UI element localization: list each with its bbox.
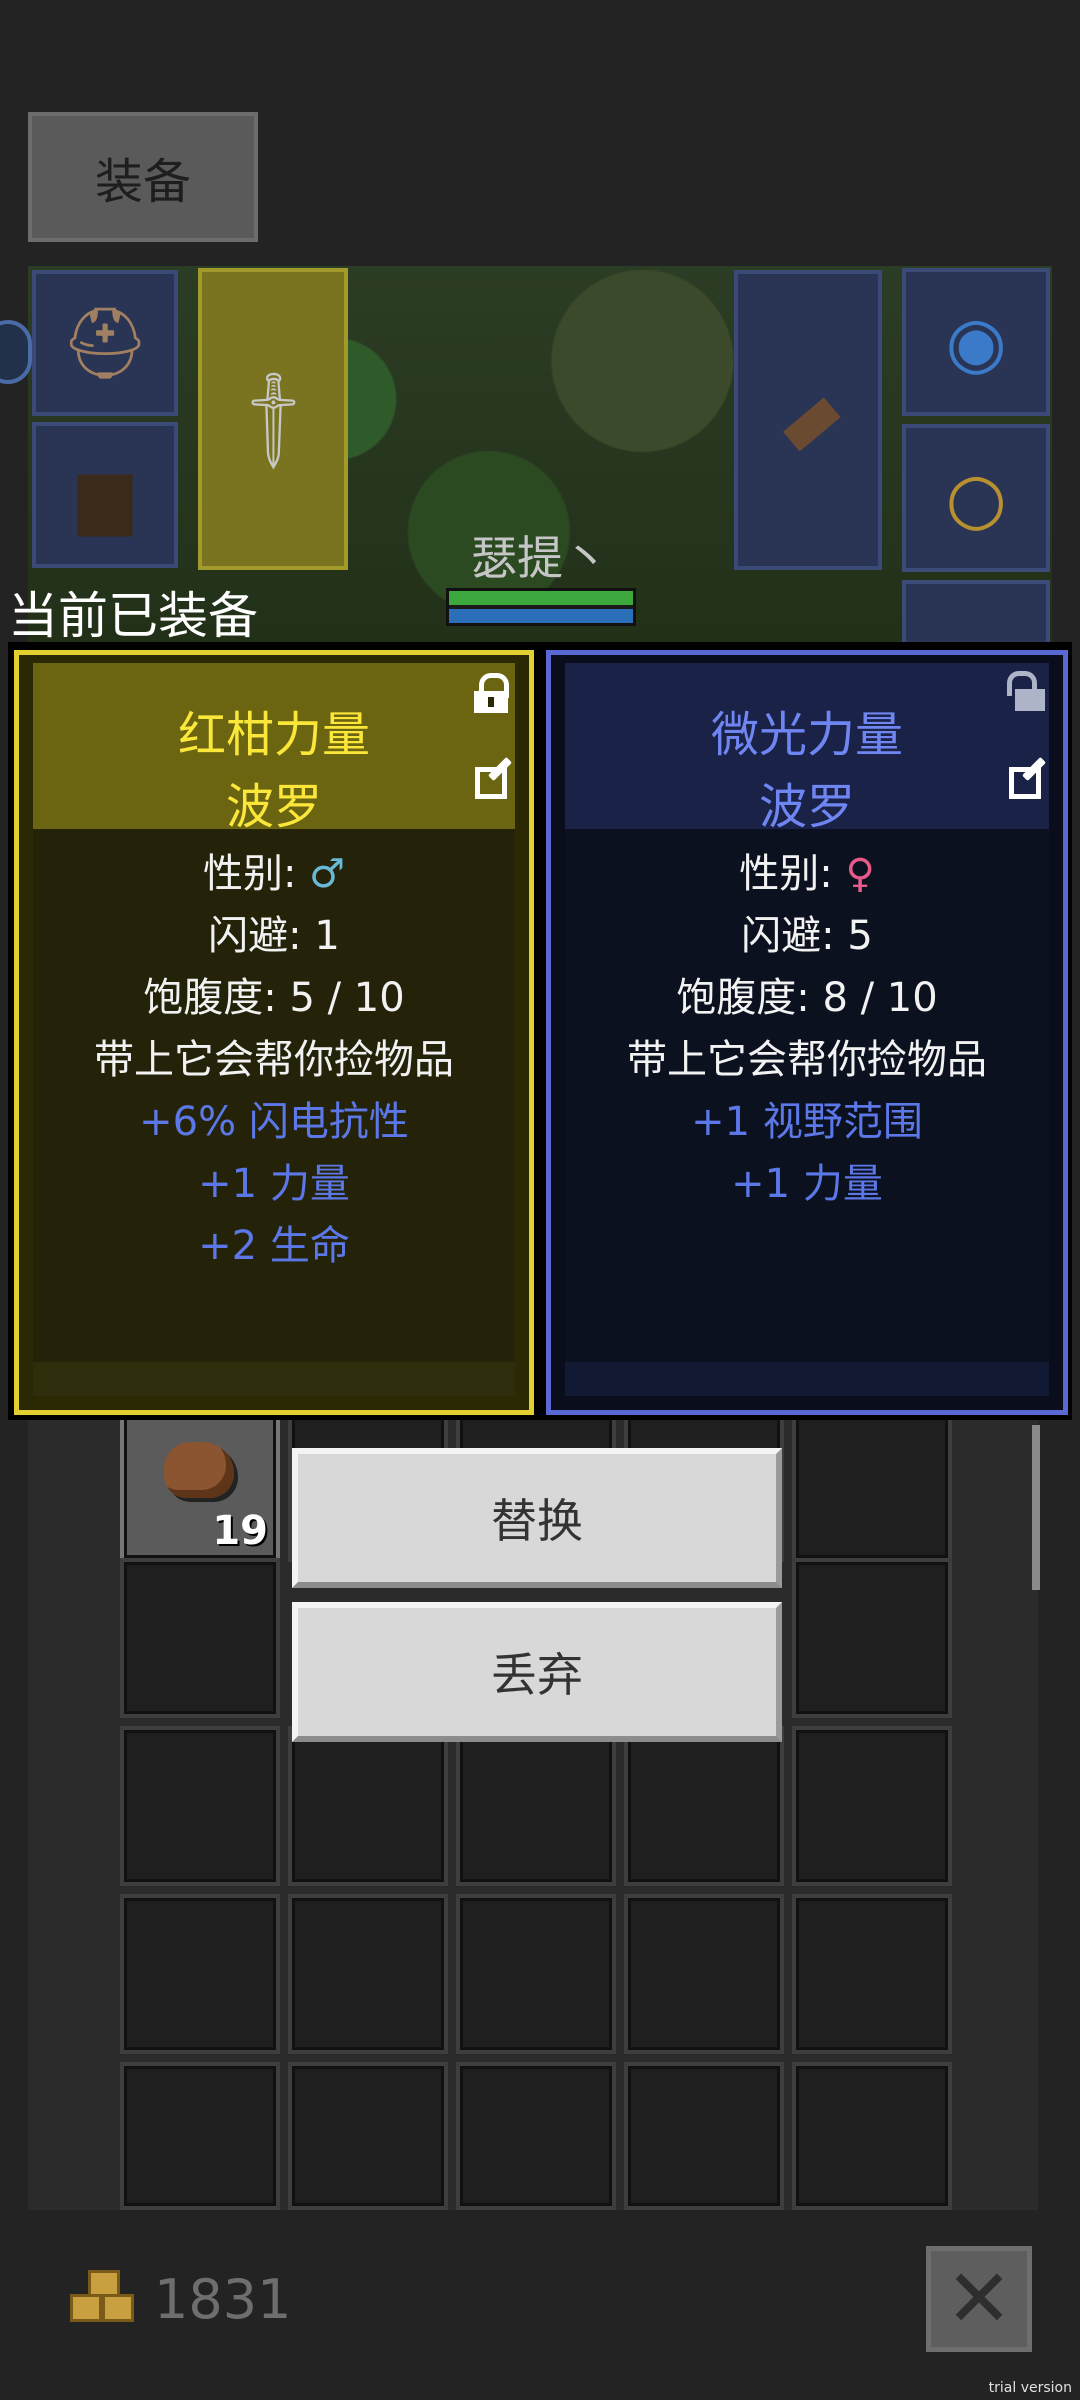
card-footer <box>565 1362 1049 1396</box>
helmet-slot[interactable]: ⛑ <box>32 270 178 416</box>
club-icon: ▬ <box>756 367 860 473</box>
card-header: 微光力量 波罗 <box>565 663 1049 835</box>
stat-line: 闪避: 5 <box>741 913 873 959</box>
card-body: 性别: ♂ 闪避: 1 饱腹度: 5 / 10 带上它会帮你捡物品 +6% 闪电… <box>33 829 515 1396</box>
inventory-slot[interactable] <box>288 1726 448 1886</box>
male-icon: ♂ <box>309 851 346 897</box>
close-icon: ✕ <box>945 2252 1013 2345</box>
stat-line: 闪避: 1 <box>208 913 340 959</box>
bonus-line: +6% 闪电抗性 <box>139 1099 409 1145</box>
replace-button[interactable]: 替换 <box>292 1448 782 1588</box>
rename-icon[interactable] <box>471 756 513 801</box>
item-count: 19 <box>212 1508 268 1554</box>
inventory-slot[interactable] <box>456 2062 616 2210</box>
gender-line: 性别: ♂ <box>33 841 515 899</box>
hp-fill <box>449 591 633 605</box>
hero-name: 瑟提丶 <box>471 531 609 585</box>
inventory-slot[interactable] <box>792 1558 952 1718</box>
inventory-slot[interactable] <box>288 1894 448 2054</box>
sword-icon: 🗡 <box>212 358 334 480</box>
card-title: 微光力量 <box>710 707 903 763</box>
stat-line: 饱腹度: 5 / 10 <box>143 975 405 1021</box>
rename-icon[interactable] <box>1005 756 1047 801</box>
bonus-line: +1 力量 <box>731 1161 883 1207</box>
equipped-label: 当前已装备 <box>8 587 258 645</box>
close-button[interactable]: ✕ <box>926 2246 1032 2352</box>
amulet-icon: ◉ <box>945 301 1007 383</box>
gender-label: 性别: <box>202 851 297 897</box>
inventory-slot[interactable]: 19 <box>120 1402 280 1562</box>
bonus-line: +2 生命 <box>198 1223 350 1269</box>
gender-label: 性别: <box>739 851 833 897</box>
gold-amount: 1831 <box>154 2268 292 2331</box>
inventory-slot[interactable] <box>120 2062 280 2210</box>
unlock-icon[interactable] <box>1005 671 1045 711</box>
gender-line: 性别: ♀ <box>565 841 1049 899</box>
card-subtitle: 波罗 <box>225 779 322 835</box>
inventory-slot[interactable] <box>456 1894 616 2054</box>
inventory-slot[interactable] <box>624 2062 784 2210</box>
mana-fill <box>449 609 633 623</box>
card-footer <box>33 1362 515 1396</box>
offhand-slot[interactable]: ▬ <box>734 270 882 570</box>
equipment-tab[interactable]: 装备 <box>28 112 258 242</box>
armor-slot[interactable]: ▆ <box>32 422 178 568</box>
inventory-slot[interactable] <box>792 1402 952 1562</box>
new-pet-card: 微光力量 波罗 性别: ♀ 闪避: 5 饱腹度: 8 / 10 带上它会帮你捡物… <box>546 650 1068 1415</box>
equipped-pet-card: 红柑力量 波罗 性别: ♂ 闪避: 1 饱腹度: 5 / 10 带上它会帮你捡物… <box>14 650 534 1415</box>
stat-line: 饱腹度: 8 / 10 <box>676 975 938 1021</box>
inventory-slot[interactable] <box>288 2062 448 2210</box>
hero-health-bar <box>446 588 636 626</box>
card-body: 性别: ♀ 闪避: 5 饱腹度: 8 / 10 带上它会帮你捡物品 +1 视野范… <box>565 829 1049 1396</box>
meat-icon <box>164 1442 234 1498</box>
card-subtitle: 波罗 <box>758 779 855 835</box>
inventory-slot[interactable] <box>120 1558 280 1718</box>
inventory-scrollbar[interactable] <box>1032 1425 1040 1590</box>
inventory-slot[interactable] <box>792 2062 952 2210</box>
inventory-slot[interactable] <box>624 1726 784 1886</box>
bonus-line: +1 力量 <box>198 1161 350 1207</box>
discard-button[interactable]: 丢弃 <box>292 1602 782 1742</box>
ring-slot[interactable]: ○ <box>902 424 1050 572</box>
inventory-slot[interactable] <box>120 1726 280 1886</box>
stat-line: 带上它会帮你捡物品 <box>627 1037 987 1083</box>
card-title: 红柑力量 <box>177 707 370 763</box>
trial-watermark: trial version <box>988 2380 1072 2396</box>
amulet-slot[interactable]: ◉ <box>902 268 1050 416</box>
inventory-slot[interactable] <box>624 1894 784 2054</box>
inventory-slot[interactable] <box>792 1894 952 2054</box>
ring-icon: ○ <box>945 457 1007 539</box>
lock-icon[interactable] <box>471 673 511 713</box>
inventory-slot[interactable] <box>120 1894 280 2054</box>
armor-icon: ▆ <box>78 454 132 536</box>
weapon-slot[interactable]: 🗡 <box>198 268 348 570</box>
inventory-slot[interactable] <box>456 1726 616 1886</box>
female-icon: ♀ <box>845 851 875 897</box>
artifact-slot[interactable] <box>902 580 1050 646</box>
bonus-line: +1 视野范围 <box>691 1099 923 1145</box>
helmet-icon: ⛑ <box>60 302 150 384</box>
card-header: 红柑力量 波罗 <box>33 663 515 835</box>
level-badge[interactable] <box>0 320 32 384</box>
inventory-slot[interactable] <box>792 1726 952 1886</box>
stat-line: 带上它会帮你捡物品 <box>94 1037 454 1083</box>
gold-icon <box>70 2270 134 2324</box>
